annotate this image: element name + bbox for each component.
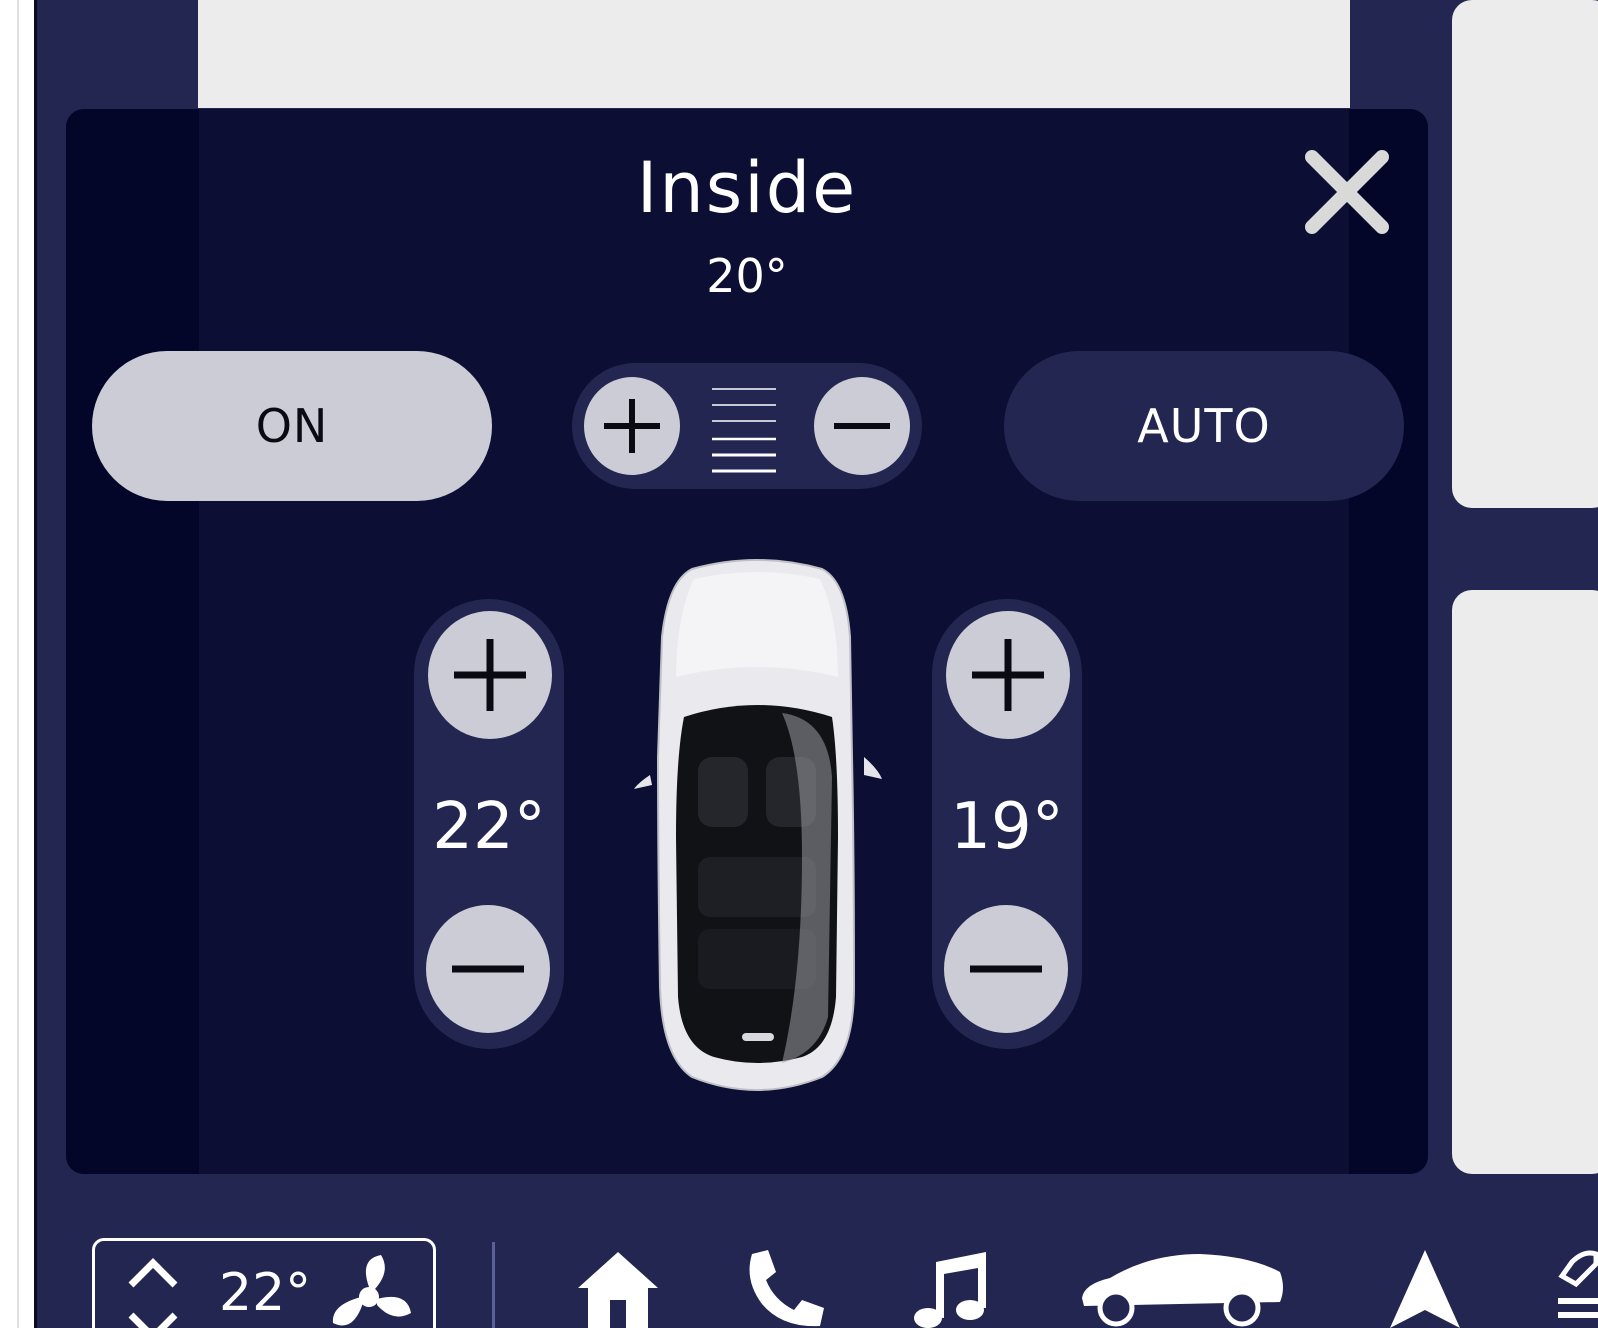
navigation-icon[interactable] [1388, 1248, 1462, 1328]
window-edge [17, 0, 19, 1328]
fan-speed-control [572, 363, 922, 489]
fan-level-indicator [712, 388, 776, 473]
edit-icon[interactable] [1556, 1248, 1598, 1328]
climate-modal: Inside 20° ON AUTO 22° 19° [66, 109, 1428, 1174]
close-icon [1305, 150, 1389, 234]
phone-icon[interactable] [742, 1248, 826, 1328]
background-card-right-bottom [1452, 590, 1598, 1174]
right-temp-decrease-button[interactable] [944, 905, 1068, 1033]
climate-quick-control[interactable]: 22° [92, 1238, 436, 1328]
left-temp-decrease-button[interactable] [426, 905, 550, 1033]
plus-icon [454, 639, 526, 711]
right-zone-control: 19° [932, 599, 1082, 1049]
chevron-up-down-icon [128, 1258, 178, 1328]
right-zone-temperature: 19° [950, 790, 1064, 864]
car-icon[interactable] [1080, 1248, 1286, 1328]
minus-icon [834, 423, 890, 429]
music-icon[interactable] [906, 1248, 990, 1328]
modal-title: Inside [636, 147, 858, 229]
climate-quick-temperature: 22° [219, 1263, 312, 1323]
minus-icon [970, 965, 1042, 973]
auto-mode-button[interactable]: AUTO [1004, 351, 1404, 501]
bottom-bar-divider [492, 1242, 495, 1328]
minus-icon [452, 965, 524, 973]
background-card-top [198, 0, 1350, 108]
left-zone-control: 22° [414, 599, 564, 1049]
car-top-view-image [634, 559, 882, 1091]
fan-icon [332, 1255, 411, 1326]
power-on-button[interactable]: ON [92, 351, 492, 501]
left-zone-temperature: 22° [432, 790, 546, 864]
fan-decrease-button[interactable] [814, 377, 910, 475]
left-temp-increase-button[interactable] [428, 611, 552, 739]
inside-temperature: 20° [706, 249, 788, 303]
plus-icon [972, 639, 1044, 711]
home-icon[interactable] [576, 1248, 660, 1328]
background-card-right-top [1452, 0, 1598, 508]
fan-increase-button[interactable] [584, 377, 680, 475]
close-button[interactable] [1302, 147, 1392, 237]
right-temp-increase-button[interactable] [946, 611, 1070, 739]
plus-icon [604, 399, 660, 453]
